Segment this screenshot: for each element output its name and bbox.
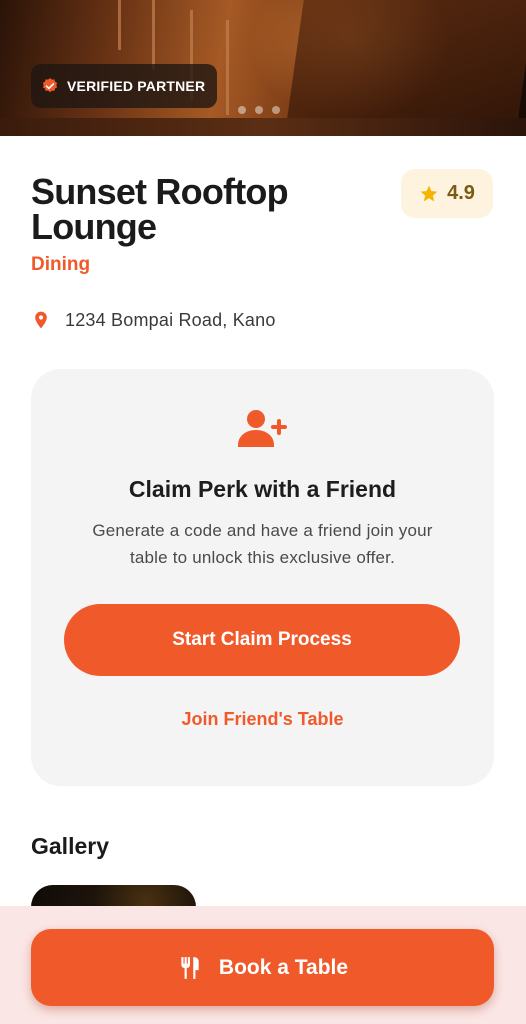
book-table-label: Book a Table [218, 955, 349, 979]
venue-address: 1234 Bompai Road, Kano [31, 309, 276, 331]
book-table-button[interactable]: Book a Table [31, 929, 494, 1006]
fork-knife-icon [181, 956, 199, 979]
verified-partner-label: VERIFIED PARTNER [67, 78, 206, 94]
hero-stool-leg [118, 0, 121, 50]
address-text: 1234 Bompai Road, Kano [65, 309, 276, 330]
star-icon [420, 185, 438, 201]
carousel-indicator[interactable] [238, 106, 280, 114]
hero-image: VERIFIED PARTNER [0, 0, 526, 136]
carousel-dot[interactable] [272, 106, 280, 114]
perk-description: Generate a code and have a friend join y… [92, 521, 433, 567]
add-friend-icon [238, 410, 287, 447]
perk-title: Claim Perk with a Friend [128, 476, 397, 502]
hero-stool-leg [226, 20, 229, 115]
join-friends-table-link[interactable]: Join Friend's Table [31, 709, 494, 730]
rating-value: 4.9 [447, 182, 475, 204]
carousel-dot[interactable] [238, 106, 246, 114]
start-claim-button[interactable]: Start Claim Process [64, 604, 460, 676]
venue-name: Sunset Rooftop Lounge [31, 171, 289, 247]
rating-badge: 4.9 [401, 169, 493, 218]
claim-perk-card: Claim Perk with a Friend Generate a code… [31, 369, 494, 786]
venue-category: Dining [31, 254, 91, 275]
hero-stool-leg [152, 0, 155, 70]
carousel-dot[interactable] [255, 106, 263, 114]
verified-partner-badge: VERIFIED PARTNER [31, 64, 218, 108]
gallery-heading: Gallery [31, 833, 109, 859]
verified-badge-icon [42, 78, 58, 93]
hero-floor [0, 118, 526, 136]
location-pin-icon [35, 311, 47, 329]
hero-bar-counter [286, 0, 526, 125]
